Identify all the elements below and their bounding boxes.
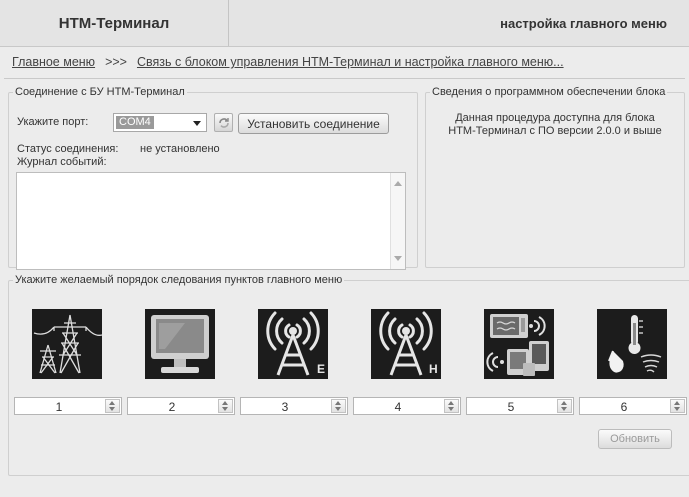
software-info-line2: НТМ-Терминал с ПО версии 2.0.0 и выше xyxy=(448,125,662,137)
spin-down-icon xyxy=(335,407,341,411)
menu-order-legend: Укажите желаемый порядок следования пунк… xyxy=(15,274,343,286)
breadcrumb-current-link[interactable]: Связь с блоком управления НТМ-Терминал и… xyxy=(137,55,564,69)
breadcrumb-separator: >>> xyxy=(105,55,127,69)
spinner-arrows[interactable] xyxy=(331,399,346,413)
refresh-ports-button[interactable] xyxy=(214,113,233,132)
order-spinner-6[interactable]: 6 xyxy=(579,397,687,415)
update-button[interactable]: Обновить xyxy=(598,429,672,449)
port-value: COM4 xyxy=(116,116,154,129)
software-legend: Сведения о программном обеспечении блока xyxy=(432,86,666,98)
chevron-down-icon xyxy=(193,121,201,126)
breadcrumb-home-link[interactable]: Главное меню xyxy=(12,55,95,69)
connection-legend: Соединение с БУ НТМ-Терминал xyxy=(15,86,185,98)
spin-down-icon xyxy=(109,407,115,411)
status-label: Статус соединения: xyxy=(17,143,119,155)
spin-up-icon xyxy=(448,401,454,405)
spinner-arrows[interactable] xyxy=(670,399,685,413)
order-spinner-2[interactable]: 2 xyxy=(127,397,235,415)
spinner-arrows[interactable] xyxy=(105,399,120,413)
spin-up-icon xyxy=(335,401,341,405)
port-select[interactable]: COM4 xyxy=(113,113,207,132)
order-value: 3 xyxy=(281,400,289,414)
spin-up-icon xyxy=(109,401,115,405)
menu-order-group: Укажите желаемый порядок следования пунк… xyxy=(8,274,689,476)
microwave-devices-icon xyxy=(484,309,554,379)
spin-up-icon xyxy=(561,401,567,405)
event-log[interactable] xyxy=(16,172,406,270)
antenna-h-icon: H xyxy=(371,309,441,379)
spinner-arrows[interactable] xyxy=(557,399,572,413)
software-info: Данная процедура доступна для блока НТМ-… xyxy=(434,112,676,138)
port-label: Укажите порт: xyxy=(17,116,89,128)
event-log-text xyxy=(17,173,405,177)
status-value: не установлено xyxy=(140,143,220,155)
page-title: настройка главного меню xyxy=(500,15,667,31)
spinner-arrows[interactable] xyxy=(218,399,233,413)
monitor-icon xyxy=(145,309,215,379)
order-spinner-5[interactable]: 5 xyxy=(466,397,574,415)
software-info-group: Сведения о программном обеспечении блока… xyxy=(425,86,685,268)
order-value: 5 xyxy=(507,400,515,414)
app-header: НТМ-Терминал настройка главного меню xyxy=(0,0,689,47)
spinner-arrows[interactable] xyxy=(444,399,459,413)
order-spinner-1[interactable]: 1 xyxy=(14,397,122,415)
antenna-e-letter: E xyxy=(317,362,325,376)
order-value: 1 xyxy=(55,400,63,414)
weather-icon xyxy=(597,309,667,379)
order-value: 4 xyxy=(394,400,402,414)
connect-button[interactable]: Установить соединение xyxy=(238,113,389,134)
breadcrumb: Главное меню >>> Связь с блоком управления… xyxy=(12,55,564,69)
scroll-down-icon xyxy=(394,256,402,261)
scroll-up-icon xyxy=(394,181,402,186)
app-title: НТМ-Терминал xyxy=(0,0,229,46)
spin-up-icon xyxy=(222,401,228,405)
order-spinner-3[interactable]: 3 xyxy=(240,397,348,415)
order-value: 2 xyxy=(168,400,176,414)
event-log-scrollbar[interactable] xyxy=(390,173,405,269)
spin-down-icon xyxy=(222,407,228,411)
spin-up-icon xyxy=(674,401,680,405)
log-label: Журнал событий: xyxy=(17,156,107,168)
spin-down-icon xyxy=(448,407,454,411)
breadcrumb-divider xyxy=(4,78,685,79)
connection-group: Соединение с БУ НТМ-Терминал Укажите пор… xyxy=(8,86,418,270)
power-tower-icon xyxy=(32,309,102,379)
order-value: 6 xyxy=(620,400,628,414)
spin-down-icon xyxy=(561,407,567,411)
software-info-line1: Данная процедура доступна для блока xyxy=(455,112,655,124)
order-spinner-4[interactable]: 4 xyxy=(353,397,461,415)
refresh-icon xyxy=(218,117,229,128)
antenna-e-icon: E xyxy=(258,309,328,379)
spin-down-icon xyxy=(674,407,680,411)
antenna-h-letter: H xyxy=(429,362,438,376)
